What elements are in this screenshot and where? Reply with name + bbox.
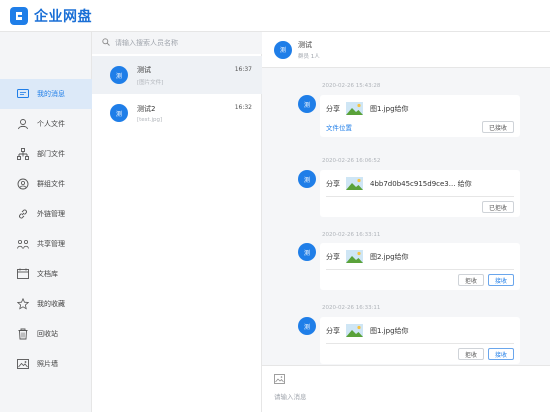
message-input[interactable] <box>274 393 534 401</box>
accept-button[interactable]: 接收 <box>487 274 514 286</box>
sidebar-item-group-files[interactable]: 群组文件 <box>0 169 92 199</box>
conversation-preview: [test.jpg] <box>137 116 163 123</box>
avatar: 测 <box>298 243 316 261</box>
message-icon <box>16 88 29 101</box>
sidebar: 我的消息 个人文件 部门文件 群组文件 外链管理 共享管理 文档库 我的收藏 回… <box>0 32 92 412</box>
sidebar-item-label: 部门文件 <box>37 150 65 158</box>
message-composer <box>262 365 550 412</box>
trash-icon <box>16 328 29 341</box>
sidebar-item-photo-wall[interactable]: 照片墙 <box>0 349 92 379</box>
message-timestamp: 2020-02-26 15:43:28 <box>322 83 381 89</box>
message-timestamp: 2020-02-26 16:06:52 <box>322 158 381 164</box>
received-button[interactable]: 已接收 <box>481 121 514 133</box>
share-message-card: 分享 图1.jpg给你 拒收 接收 <box>320 317 520 364</box>
top-bar: 企业网盘 <box>0 0 550 32</box>
app-title: 企业网盘 <box>34 8 92 25</box>
chat-pane: 测 测试 群员 1人 2020-02-26 15:43:28 测 分享 图1.j… <box>262 32 550 412</box>
share-label: 分享 <box>326 326 340 335</box>
sidebar-item-label: 文档库 <box>37 270 58 278</box>
sidebar-item-label: 照片墙 <box>37 360 58 368</box>
file-location-link[interactable]: 文件位置 <box>326 122 352 132</box>
conversation-list: 测 测试 [图片文件] 16:37 测 测试2 [test.jpg] 16:32 <box>92 32 262 412</box>
org-chart-icon <box>16 148 29 161</box>
accept-button[interactable]: 接收 <box>487 348 514 360</box>
image-thumbnail-icon[interactable] <box>346 250 363 263</box>
search-icon[interactable] <box>102 38 110 48</box>
rejected-button[interactable]: 已拒收 <box>481 201 514 213</box>
share-label: 分享 <box>326 179 340 188</box>
avatar: 测 <box>274 40 292 59</box>
share-label: 分享 <box>326 104 340 113</box>
logo-icon <box>10 6 28 25</box>
conversation-name: 测试2 <box>137 104 156 113</box>
link-icon <box>16 208 29 221</box>
star-icon <box>16 298 29 311</box>
chat-title: 测试 <box>298 40 312 49</box>
search-input[interactable] <box>115 39 255 47</box>
share-message-card: 分享 4bb7d0b45c915d9ce3... 给你 已拒收 <box>320 170 520 217</box>
share-icon <box>16 238 29 251</box>
search-bar <box>92 32 262 54</box>
conversation-item[interactable]: 测 测试2 [test.jpg] 16:32 <box>92 94 262 132</box>
chat-header: 测 测试 群员 1人 <box>262 32 550 68</box>
sidebar-item-label: 群组文件 <box>37 180 65 188</box>
sidebar-item-label: 回收站 <box>37 330 58 338</box>
sidebar-item-favorites[interactable]: 我的收藏 <box>0 289 92 319</box>
sidebar-item-recycle-bin[interactable]: 回收站 <box>0 319 92 349</box>
message-timestamp: 2020-02-26 16:33:11 <box>322 305 381 311</box>
share-label: 分享 <box>326 252 340 261</box>
sidebar-item-personal-files[interactable]: 个人文件 <box>0 109 92 139</box>
sidebar-item-messages[interactable]: 我的消息 <box>0 79 92 109</box>
image-upload-icon[interactable] <box>274 374 285 386</box>
conversation-preview: [图片文件] <box>137 79 164 86</box>
image-thumbnail-icon[interactable] <box>346 102 363 115</box>
reject-button[interactable]: 拒收 <box>457 348 484 360</box>
share-message-card: 分享 图2.jpg给你 拒收 接收 <box>320 243 520 290</box>
sidebar-item-department-files[interactable]: 部门文件 <box>0 139 92 169</box>
chat-subtitle: 群员 1人 <box>298 53 320 60</box>
file-name: 图2.jpg给你 <box>370 252 409 261</box>
message-timestamp: 2020-02-26 16:33:11 <box>322 232 381 238</box>
sidebar-item-label: 共享管理 <box>37 240 65 248</box>
file-name: 4bb7d0b45c915d9ce3... 给你 <box>370 179 472 188</box>
share-message-card: 分享 图1.jpg给你 文件位置 已接收 <box>320 95 520 137</box>
document-library-icon <box>16 268 29 281</box>
conversation-time: 16:32 <box>234 104 252 111</box>
conversation-time: 16:37 <box>234 66 252 73</box>
image-thumbnail-icon[interactable] <box>346 324 363 337</box>
sidebar-item-label: 个人文件 <box>37 120 65 128</box>
sidebar-item-link-management[interactable]: 外链管理 <box>0 199 92 229</box>
photo-icon <box>16 358 29 371</box>
sidebar-item-document-library[interactable]: 文档库 <box>0 259 92 289</box>
sidebar-item-label: 我的收藏 <box>37 300 65 308</box>
avatar: 测 <box>298 317 316 335</box>
file-name: 图1.jpg给你 <box>370 326 409 335</box>
user-icon <box>16 118 29 131</box>
avatar: 测 <box>298 170 316 188</box>
avatar: 测 <box>110 104 128 122</box>
conversation-name: 测试 <box>137 65 151 74</box>
group-icon <box>16 178 29 191</box>
reject-button[interactable]: 拒收 <box>457 274 484 286</box>
sidebar-item-label: 我的消息 <box>37 90 65 98</box>
image-thumbnail-icon[interactable] <box>346 177 363 190</box>
sidebar-item-label: 外链管理 <box>37 210 65 218</box>
avatar: 测 <box>298 95 316 113</box>
file-name: 图1.jpg给你 <box>370 104 409 113</box>
sidebar-item-share-management[interactable]: 共享管理 <box>0 229 92 259</box>
conversation-item[interactable]: 测 测试 [图片文件] 16:37 <box>92 56 262 94</box>
avatar: 测 <box>110 66 128 84</box>
